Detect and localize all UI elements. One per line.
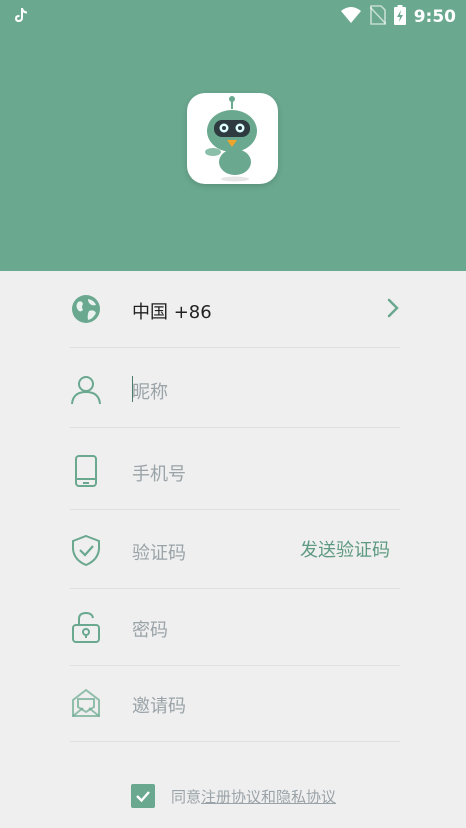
shield-check-icon xyxy=(72,534,100,566)
tiktok-icon xyxy=(14,7,28,27)
header-banner: 9:50 xyxy=(0,0,466,271)
globe-icon xyxy=(72,295,100,323)
invite-code-placeholder: 邀请码 xyxy=(132,696,186,717)
robot-mascot-icon xyxy=(205,96,257,182)
status-time: 9:50 xyxy=(413,7,456,27)
wifi-icon xyxy=(340,6,362,28)
app-logo xyxy=(187,93,278,184)
agreement-prefix: 同意 xyxy=(171,787,202,806)
verification-field[interactable]: 验证码 发送验证码 xyxy=(70,512,400,589)
country-selector[interactable]: 中国 +86 xyxy=(70,271,400,348)
send-code-button[interactable]: 发送验证码 xyxy=(300,536,390,562)
verification-placeholder: 验证码 xyxy=(132,543,186,564)
agreement-middle: 和 xyxy=(261,787,277,806)
user-icon xyxy=(71,376,101,405)
envelope-open-icon xyxy=(72,688,100,717)
agreement-checkbox[interactable] xyxy=(131,784,155,808)
battery-charging-icon xyxy=(393,5,406,29)
status-bar: 9:50 xyxy=(0,0,466,34)
checkmark-icon xyxy=(136,791,150,803)
phone-icon xyxy=(75,455,97,487)
country-code-text: 中国 +86 xyxy=(132,302,212,323)
unlock-icon xyxy=(72,611,100,643)
register-agreement-link[interactable]: 注册协议 xyxy=(201,788,261,806)
nickname-placeholder: 昵称 xyxy=(132,382,168,403)
agreement-row: 同意注册协议和隐私协议 xyxy=(131,784,336,808)
password-field[interactable]: 密码 xyxy=(70,589,400,666)
phone-field[interactable]: 手机号 xyxy=(70,433,400,510)
phone-placeholder: 手机号 xyxy=(132,464,186,485)
privacy-agreement-link[interactable]: 隐私协议 xyxy=(276,788,336,806)
invite-code-field[interactable]: 邀请码 xyxy=(70,665,400,742)
password-placeholder: 密码 xyxy=(132,620,168,641)
no-sim-icon xyxy=(369,5,387,29)
nickname-field[interactable]: 昵称 xyxy=(70,351,400,428)
agreement-text: 同意注册协议和隐私协议 xyxy=(171,786,336,807)
chevron-right-icon xyxy=(387,298,399,318)
